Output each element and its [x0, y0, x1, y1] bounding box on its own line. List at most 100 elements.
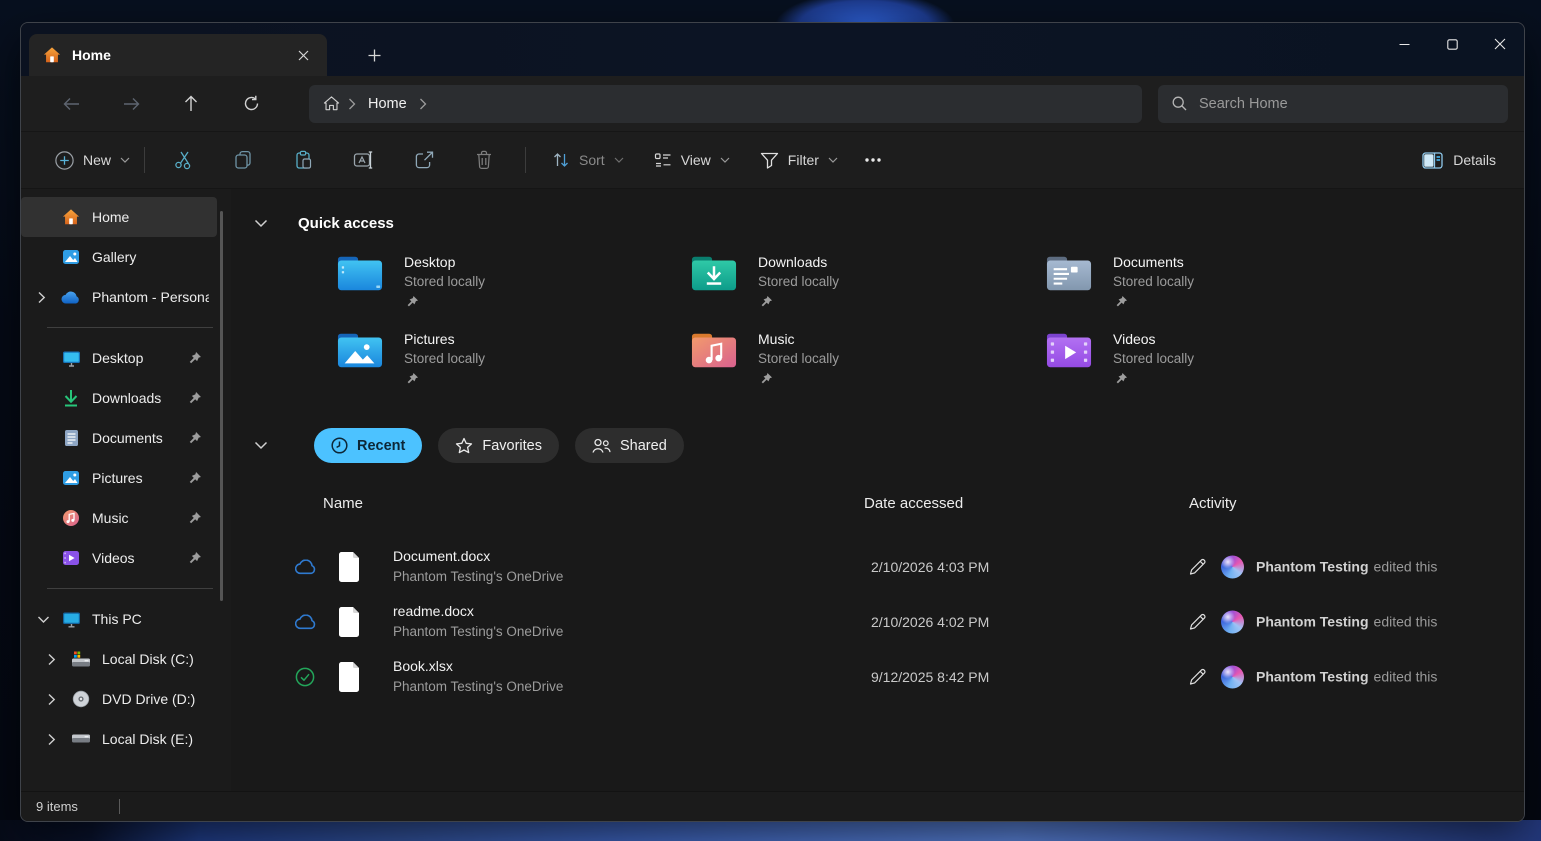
recent-collapse-button[interactable]: [246, 431, 276, 461]
up-button[interactable]: [171, 86, 211, 122]
tab-favorites[interactable]: Favorites: [438, 428, 559, 463]
refresh-icon: [243, 95, 260, 112]
breadcrumb-item-home[interactable]: Home: [368, 96, 407, 112]
tile-desc: Stored locally: [1113, 272, 1194, 291]
pin-icon: [187, 511, 203, 525]
documents-icon: [61, 429, 81, 447]
sidebar-item-home[interactable]: Home: [21, 197, 217, 237]
table-row[interactable]: Document.docx Phantom Testing's OneDrive…: [231, 539, 1524, 594]
pencil-icon: [1189, 613, 1207, 631]
recent-files-list: Document.docx Phantom Testing's OneDrive…: [231, 539, 1524, 704]
tab-recent[interactable]: Recent: [314, 428, 422, 463]
pencil-icon: [1189, 558, 1207, 576]
table-row[interactable]: Book.xlsx Phantom Testing's OneDrive 9/1…: [231, 649, 1524, 704]
sidebar-item-local-disk-c[interactable]: Local Disk (C:): [21, 639, 217, 679]
share-button[interactable]: [401, 141, 447, 179]
quick-access-tile-music[interactable]: Music Stored locally: [691, 329, 1046, 406]
view-button[interactable]: View: [644, 141, 740, 179]
quick-access-tile-pictures[interactable]: Pictures Stored locally: [337, 329, 691, 406]
new-plus-icon: [55, 151, 74, 170]
avatar: [1221, 665, 1244, 688]
tile-desc: Stored locally: [404, 349, 485, 368]
quick-access-tile-downloads[interactable]: Downloads Stored locally: [691, 252, 1046, 329]
sidebar-item-this-pc[interactable]: This PC: [21, 599, 217, 639]
chevron-down-icon: [720, 157, 730, 163]
chevron-right-icon[interactable]: [37, 291, 61, 304]
sidebar-item-downloads[interactable]: Downloads: [21, 378, 217, 418]
filter-button[interactable]: Filter: [750, 141, 848, 179]
search-box[interactable]: Search Home: [1158, 85, 1508, 123]
new-tab-button[interactable]: [357, 40, 391, 70]
column-header-date-accessed[interactable]: Date accessed: [864, 495, 963, 512]
tab-home[interactable]: Home: [29, 34, 327, 76]
tab-title: Home: [72, 47, 111, 63]
downloads-folder-icon: [691, 253, 737, 293]
cut-button[interactable]: [161, 141, 207, 179]
sidebar-item-music[interactable]: Music: [21, 498, 217, 538]
maximize-button[interactable]: [1428, 23, 1476, 65]
sidebar-separator: [47, 327, 213, 328]
sort-button[interactable]: Sort: [542, 141, 634, 179]
chevron-right-icon: [348, 98, 356, 110]
tab-close-button[interactable]: [289, 41, 317, 69]
refresh-button[interactable]: [231, 86, 271, 122]
onedrive-cloud-icon: [61, 291, 81, 304]
pin-icon: [187, 431, 203, 445]
sidebar-item-label: Phantom - Personal: [92, 289, 209, 305]
details-panel-icon: [1422, 152, 1443, 169]
back-icon: [63, 97, 80, 111]
new-button[interactable]: New: [45, 141, 140, 179]
quick-access-tile-desktop[interactable]: Desktop Stored locally: [337, 252, 691, 329]
tab-shared[interactable]: Shared: [575, 428, 684, 463]
sidebar-item-pictures[interactable]: Pictures: [21, 458, 217, 498]
quick-access-tile-documents[interactable]: Documents Stored locally: [1046, 252, 1524, 329]
column-header-name[interactable]: Name: [323, 495, 363, 512]
file-explorer-window: Home: [20, 22, 1525, 822]
delete-button[interactable]: [461, 141, 507, 179]
paste-button[interactable]: [281, 141, 327, 179]
tile-desc: Stored locally: [404, 272, 485, 291]
column-header-activity[interactable]: Activity: [1189, 495, 1237, 512]
titlebar: Home: [21, 23, 1524, 76]
copy-button[interactable]: [221, 141, 267, 179]
date-accessed: 9/12/2025 8:42 PM: [871, 669, 989, 685]
rename-button[interactable]: [341, 141, 387, 179]
table-row[interactable]: readme.docx Phantom Testing's OneDrive 2…: [231, 594, 1524, 649]
chevron-right-icon[interactable]: [47, 653, 71, 666]
activity-actor: Phantom Testing: [1256, 559, 1369, 575]
sidebar-item-documents[interactable]: Documents: [21, 418, 217, 458]
status-bar: 9 items: [21, 791, 1524, 821]
tile-name: Pictures: [404, 329, 485, 349]
quick-access-tile-videos[interactable]: Videos Stored locally: [1046, 329, 1524, 406]
pin-icon: [187, 551, 203, 565]
details-button[interactable]: Details: [1412, 141, 1506, 179]
quick-access-collapse-button[interactable]: [246, 208, 276, 238]
toolbar: New Sort: [21, 132, 1524, 189]
plus-icon: [368, 49, 381, 62]
avatar: [1221, 610, 1244, 633]
chevron-right-icon[interactable]: [47, 733, 71, 746]
sidebar-item-videos[interactable]: Videos: [21, 538, 217, 578]
breadcrumb-home-icon[interactable]: [323, 95, 340, 112]
minimize-button[interactable]: [1380, 23, 1428, 65]
sidebar-scrollbar[interactable]: [220, 211, 223, 601]
forward-button[interactable]: [111, 86, 151, 122]
sidebar-item-label: Desktop: [92, 350, 187, 366]
sidebar-item-dvd-drive-d[interactable]: DVD Drive (D:): [21, 679, 217, 719]
sidebar-item-label: This PC: [92, 611, 209, 627]
sidebar-item-local-disk-e[interactable]: Local Disk (E:): [21, 719, 217, 759]
sidebar-item-desktop[interactable]: Desktop: [21, 338, 217, 378]
close-button[interactable]: [1476, 23, 1524, 65]
sidebar-separator: [47, 588, 213, 589]
sidebar-item-label: Local Disk (E:): [102, 731, 209, 747]
content-area: Home Gallery Phantom - Personal: [21, 189, 1524, 791]
chevron-right-icon[interactable]: [419, 98, 427, 110]
sidebar-item-onedrive[interactable]: Phantom - Personal: [21, 277, 217, 317]
breadcrumb[interactable]: Home: [309, 85, 1142, 123]
more-button[interactable]: [854, 141, 892, 179]
sidebar-item-gallery[interactable]: Gallery: [21, 237, 217, 277]
chevron-down-icon[interactable]: [37, 615, 61, 624]
chevron-right-icon[interactable]: [47, 693, 71, 706]
activity-cell: Phantom Testing edited this: [1189, 610, 1437, 633]
back-button[interactable]: [51, 86, 91, 122]
